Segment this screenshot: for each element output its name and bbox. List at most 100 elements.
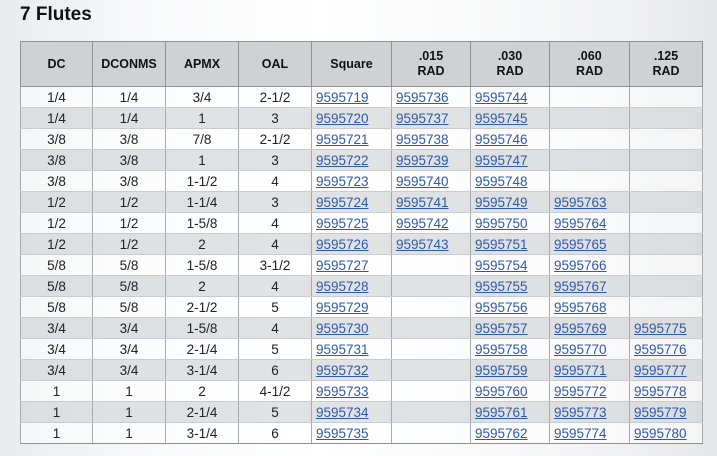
spec-cell: 1 <box>92 401 166 423</box>
part-number-cell: 9595724 <box>311 191 392 213</box>
spec-cell: 3/4 <box>165 86 239 108</box>
part-number-link[interactable]: 9595756 <box>475 300 528 315</box>
part-number-cell: 9595754 <box>470 254 550 276</box>
part-number-link[interactable]: 9595739 <box>396 153 449 168</box>
part-number-link[interactable]: 9595774 <box>554 426 607 441</box>
col-header-dc: DC <box>20 41 93 87</box>
part-number-link[interactable]: 9595732 <box>316 363 369 378</box>
part-number-link[interactable]: 9595741 <box>396 195 449 210</box>
part-number-link[interactable]: 9595724 <box>316 195 369 210</box>
part-number-link[interactable]: 9595765 <box>554 237 607 252</box>
part-number-link[interactable]: 9595743 <box>396 237 449 252</box>
part-number-link[interactable]: 9595745 <box>475 111 528 126</box>
col-header-apmx: APMX <box>165 41 239 87</box>
part-number-link[interactable]: 9595757 <box>475 321 528 336</box>
part-number-link[interactable]: 9595738 <box>396 132 449 147</box>
part-number-link[interactable]: 9595763 <box>554 195 607 210</box>
part-number-link[interactable]: 9595771 <box>554 363 607 378</box>
part-number-link[interactable]: 9595736 <box>396 90 449 105</box>
part-number-cell <box>549 86 630 108</box>
part-number-link[interactable]: 9595734 <box>316 405 369 420</box>
spec-cell: 1/4 <box>92 86 166 108</box>
spec-cell: 4 <box>238 212 312 234</box>
part-number-link[interactable]: 9595728 <box>316 279 369 294</box>
part-number-link[interactable]: 9595747 <box>475 153 528 168</box>
spec-cell: 3 <box>238 107 312 129</box>
part-number-link[interactable]: 9595766 <box>554 258 607 273</box>
part-number-cell <box>629 107 703 129</box>
part-number-cell <box>629 275 703 297</box>
spec-cell: 3/4 <box>92 338 166 360</box>
spec-cell: 4 <box>238 317 312 339</box>
spec-cell: 1-5/8 <box>165 212 239 234</box>
spec-cell: 5/8 <box>92 275 166 297</box>
part-number-link[interactable]: 9595722 <box>316 153 369 168</box>
spec-cell: 2 <box>165 233 239 255</box>
part-number-link[interactable]: 9595773 <box>554 405 607 420</box>
table-row: 1/2 1/2 2 4 9595726 9595743 9595751 9595765 <box>20 233 703 255</box>
part-number-link[interactable]: 9595770 <box>554 342 607 357</box>
part-number-link[interactable]: 9595760 <box>475 384 528 399</box>
part-number-link[interactable]: 9595759 <box>475 363 528 378</box>
part-number-cell: 9595768 <box>549 296 630 318</box>
part-number-link[interactable]: 9595733 <box>316 384 369 399</box>
part-number-cell <box>549 170 630 192</box>
part-number-link[interactable]: 9595764 <box>554 216 607 231</box>
part-number-cell: 9595774 <box>549 422 630 444</box>
spec-cell: 3/8 <box>20 170 93 192</box>
part-number-link[interactable]: 9595737 <box>396 111 449 126</box>
part-number-link[interactable]: 9595754 <box>475 258 528 273</box>
part-number-link[interactable]: 9595744 <box>475 90 528 105</box>
part-number-link[interactable]: 9595726 <box>316 237 369 252</box>
part-number-link[interactable]: 9595780 <box>634 426 687 441</box>
part-number-link[interactable]: 9595776 <box>634 342 687 357</box>
spec-cell: 6 <box>238 359 312 381</box>
spec-cell: 1 <box>20 380 93 402</box>
part-number-link[interactable]: 9595729 <box>316 300 369 315</box>
part-number-link[interactable]: 9595731 <box>316 342 369 357</box>
part-number-cell <box>391 401 471 423</box>
part-number-link[interactable]: 9595769 <box>554 321 607 336</box>
part-number-link[interactable]: 9595735 <box>316 426 369 441</box>
part-number-link[interactable]: 9595723 <box>316 174 369 189</box>
part-number-link[interactable]: 9595721 <box>316 132 369 147</box>
table-row: 3/4 3/4 1-5/8 4 9595730 9595757 9595769 9595775 <box>20 317 703 339</box>
part-number-link[interactable]: 9595772 <box>554 384 607 399</box>
part-number-link[interactable]: 9595751 <box>475 237 528 252</box>
part-number-link[interactable]: 9595758 <box>475 342 528 357</box>
part-number-cell <box>629 149 703 171</box>
part-number-link[interactable]: 9595730 <box>316 321 369 336</box>
spec-cell: 5 <box>238 401 312 423</box>
part-number-link[interactable]: 9595727 <box>316 258 369 273</box>
part-number-cell: 9595744 <box>470 86 550 108</box>
part-number-link[interactable]: 9595749 <box>475 195 528 210</box>
part-number-link[interactable]: 9595779 <box>634 405 687 420</box>
part-number-link[interactable]: 9595750 <box>475 216 528 231</box>
part-number-link[interactable]: 9595778 <box>634 384 687 399</box>
part-number-link[interactable]: 9595755 <box>475 279 528 294</box>
part-number-cell: 9595725 <box>311 212 392 234</box>
part-number-link[interactable]: 9595719 <box>316 90 369 105</box>
part-number-link[interactable]: 9595762 <box>475 426 528 441</box>
part-number-cell: 9595767 <box>549 275 630 297</box>
part-number-cell: 9595776 <box>629 338 703 360</box>
part-number-link[interactable]: 9595777 <box>634 363 687 378</box>
spec-cell: 1 <box>92 380 166 402</box>
part-number-link[interactable]: 9595767 <box>554 279 607 294</box>
part-number-link[interactable]: 9595761 <box>475 405 528 420</box>
part-number-cell <box>629 86 703 108</box>
part-number-link[interactable]: 9595725 <box>316 216 369 231</box>
part-number-link[interactable]: 9595775 <box>634 321 687 336</box>
part-number-cell: 9595751 <box>470 233 550 255</box>
part-number-link[interactable]: 9595742 <box>396 216 449 231</box>
table-row: 1 1 2 4-1/2 9595733 9595760 9595772 9595778 <box>20 380 703 402</box>
part-number-cell: 9595746 <box>470 128 550 150</box>
part-number-link[interactable]: 9595768 <box>554 300 607 315</box>
part-number-link[interactable]: 9595748 <box>475 174 528 189</box>
part-number-link[interactable]: 9595720 <box>316 111 369 126</box>
part-number-link[interactable]: 9595746 <box>475 132 528 147</box>
col-header-030-rad: .030 RAD <box>470 41 550 87</box>
part-number-cell: 9595741 <box>391 191 471 213</box>
part-number-cell: 9595773 <box>549 401 630 423</box>
part-number-link[interactable]: 9595740 <box>396 174 449 189</box>
